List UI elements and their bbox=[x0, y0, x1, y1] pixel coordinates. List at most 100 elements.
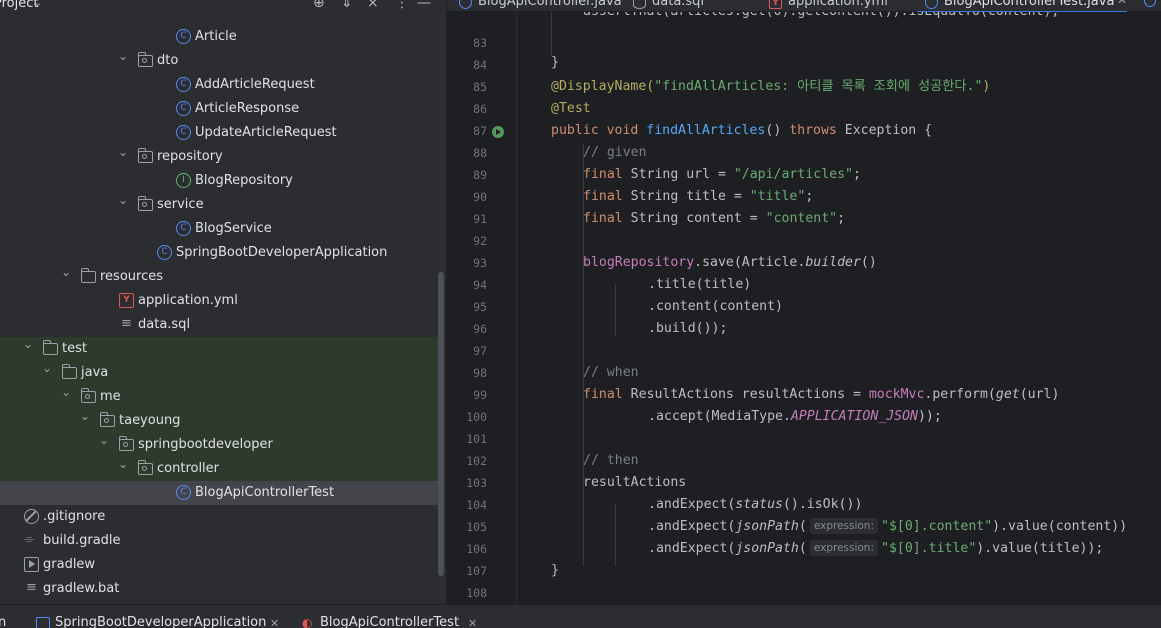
tree-item-gitignore[interactable]: .gitignore bbox=[0, 505, 438, 529]
tree-item-label: gradlew.bat bbox=[43, 581, 120, 596]
package-folder-icon bbox=[81, 388, 96, 403]
line-number: 88 bbox=[473, 146, 487, 160]
class-icon[interactable] bbox=[1144, 0, 1156, 7]
tree-item-label: .gitignore bbox=[43, 509, 106, 524]
bottom-tab-blogapicontrollertest[interactable]: BlogApiControllerTest bbox=[320, 615, 459, 628]
code-line-88: // given bbox=[583, 145, 647, 160]
chevron-down-icon[interactable]: ⌄ bbox=[61, 266, 71, 278]
tree-item-label: BlogApiControllerTest bbox=[195, 485, 335, 500]
chevron-down-icon[interactable]: ⌄ bbox=[33, 0, 42, 9]
minimize-icon[interactable]: — bbox=[417, 0, 431, 11]
tree-item-blogrepository[interactable]: I BlogRepository bbox=[0, 169, 438, 193]
code-line-94: .title(title) bbox=[648, 277, 752, 292]
chevron-down-icon[interactable]: ⌄ bbox=[80, 410, 90, 422]
line-number: 96 bbox=[473, 322, 487, 336]
tree-item-service[interactable]: ⌄ service bbox=[0, 193, 438, 217]
package-folder-icon bbox=[119, 436, 134, 451]
line-number: 98 bbox=[473, 366, 487, 380]
class-icon: C bbox=[176, 29, 191, 44]
folder-icon bbox=[43, 340, 58, 355]
project-scrollbar[interactable] bbox=[438, 272, 444, 576]
indent-guide bbox=[615, 284, 616, 336]
package-folder-icon bbox=[138, 52, 153, 67]
tree-item-springbootdeveloperapplication[interactable]: C SpringBootDeveloperApplication bbox=[0, 241, 438, 265]
parameter-hint: expression: bbox=[809, 518, 879, 534]
tree-item-repository[interactable]: ⌄ repository bbox=[0, 145, 438, 169]
tree-item-me[interactable]: ⌄ me bbox=[0, 385, 438, 409]
database-icon bbox=[633, 0, 646, 9]
class-icon: C bbox=[176, 485, 191, 500]
tree-item-label: AddArticleRequest bbox=[195, 77, 315, 92]
line-number: 99 bbox=[473, 388, 487, 402]
expand-collapse-icon[interactable]: ⇕ bbox=[341, 0, 353, 11]
code-line-96: .build()); bbox=[648, 321, 728, 336]
code-line-95: .content(content) bbox=[648, 299, 783, 314]
target-icon[interactable]: ⊕ bbox=[313, 0, 325, 11]
close-icon[interactable]: ✕ bbox=[270, 617, 279, 628]
chevron-down-icon[interactable]: ⌄ bbox=[118, 458, 128, 470]
more-icon[interactable]: ⋮ bbox=[395, 0, 409, 11]
line-number: 86 bbox=[473, 102, 487, 116]
tab-label: data.sql bbox=[652, 0, 705, 9]
tree-item-gradlew-bat[interactable]: ≡ gradlew.bat bbox=[0, 577, 438, 601]
folder-icon bbox=[81, 268, 96, 283]
chevron-down-icon[interactable]: ⌄ bbox=[99, 434, 109, 446]
editor-tab-bar: BlogApiController.java data.sql Y applic… bbox=[447, 0, 1161, 13]
class-icon: C bbox=[176, 125, 191, 140]
chevron-down-icon[interactable]: ⌄ bbox=[118, 146, 128, 158]
chevron-down-icon[interactable]: ⌄ bbox=[61, 386, 71, 398]
tree-item-java[interactable]: ⌄ java bbox=[0, 361, 438, 385]
code-line-104: .andExpect(status().isOk()) bbox=[648, 497, 863, 512]
tree-item-articleresponse[interactable]: C ArticleResponse bbox=[0, 97, 438, 121]
tree-item-blogservice[interactable]: C BlogService bbox=[0, 217, 438, 241]
tree-item-label: test bbox=[62, 341, 87, 356]
indent-guide bbox=[551, 12, 552, 56]
ignore-file-icon bbox=[24, 509, 39, 524]
tree-item-updatearticlerequest[interactable]: C UpdateArticleRequest bbox=[0, 121, 438, 145]
package-folder-icon bbox=[138, 460, 153, 475]
line-number: 105 bbox=[466, 520, 487, 534]
code-line-98: // when bbox=[583, 365, 639, 380]
tree-item-controller[interactable]: ⌄ controller bbox=[0, 457, 438, 481]
close-icon[interactable]: ✕ bbox=[1117, 0, 1127, 7]
tree-item-gradlew[interactable]: gradlew bbox=[0, 553, 438, 577]
tree-item-label: ArticleResponse bbox=[195, 101, 300, 116]
tree-item-springbootdeveloper[interactable]: ⌄ springbootdeveloper bbox=[0, 433, 438, 457]
bottom-left-label: n bbox=[0, 615, 7, 628]
tree-item-article[interactable]: C Article bbox=[0, 25, 438, 49]
tree-item-addarticlerequest[interactable]: C AddArticleRequest bbox=[0, 73, 438, 97]
run-test-icon[interactable] bbox=[492, 126, 504, 138]
bottom-tool-bar: n SpringBootDeveloperApplication ✕ ◐ Blo… bbox=[0, 604, 1161, 628]
tree-item-label: build.gradle bbox=[43, 533, 121, 548]
interface-icon: I bbox=[176, 173, 191, 188]
chevron-down-icon[interactable]: ⌄ bbox=[42, 362, 52, 374]
yaml-icon: Y bbox=[769, 0, 782, 9]
tree-item-application-yml[interactable]: Yapplication.yml bbox=[0, 289, 438, 313]
code-editor[interactable]: 83 84 85 86 87 88 89 90 91 92 93 94 95 96 97 98 99 100 101… bbox=[447, 12, 1161, 604]
tree-item-build-gradle[interactable]: ⌯ build.gradle bbox=[0, 529, 438, 553]
chevron-down-icon[interactable]: ⌄ bbox=[118, 50, 128, 62]
tree-item-data-sql[interactable]: ≡ data.sql bbox=[0, 313, 438, 337]
collapse-all-icon[interactable]: ⨯ bbox=[367, 0, 379, 11]
parameter-hint: expression: bbox=[809, 540, 879, 556]
line-number: 94 bbox=[473, 278, 487, 292]
tree-item-blogapicontrollertest[interactable]: C BlogApiControllerTest bbox=[0, 481, 438, 505]
tree-item-taeyoung[interactable]: ⌄ taeyoung bbox=[0, 409, 438, 433]
chevron-down-icon[interactable]: ⌄ bbox=[23, 338, 33, 350]
tree-item-dto[interactable]: ⌄ dto bbox=[0, 49, 438, 73]
tab-label: BlogApiControllerTest.java bbox=[944, 0, 1115, 9]
bottom-tab-springbootdeveloperapplication[interactable]: SpringBootDeveloperApplication bbox=[55, 615, 266, 628]
chevron-down-icon[interactable]: ⌄ bbox=[118, 194, 128, 206]
tree-item-label: controller bbox=[157, 461, 220, 476]
tree-item-resources[interactable]: ⌄ resources bbox=[0, 265, 438, 289]
close-icon[interactable]: ✕ bbox=[468, 617, 477, 628]
run-config-icon bbox=[36, 617, 50, 628]
class-icon: C bbox=[176, 77, 191, 92]
tree-item-test[interactable]: ⌄ test bbox=[0, 337, 438, 361]
yaml-icon: Y bbox=[119, 293, 134, 308]
tree-item-label: BlogRepository bbox=[195, 173, 293, 188]
line-number: 85 bbox=[473, 80, 487, 94]
code-line-82: assertThat(articles.get(0).getContent())… bbox=[583, 12, 1059, 23]
tree-item-label: service bbox=[157, 197, 204, 212]
class-icon: C bbox=[157, 245, 172, 260]
